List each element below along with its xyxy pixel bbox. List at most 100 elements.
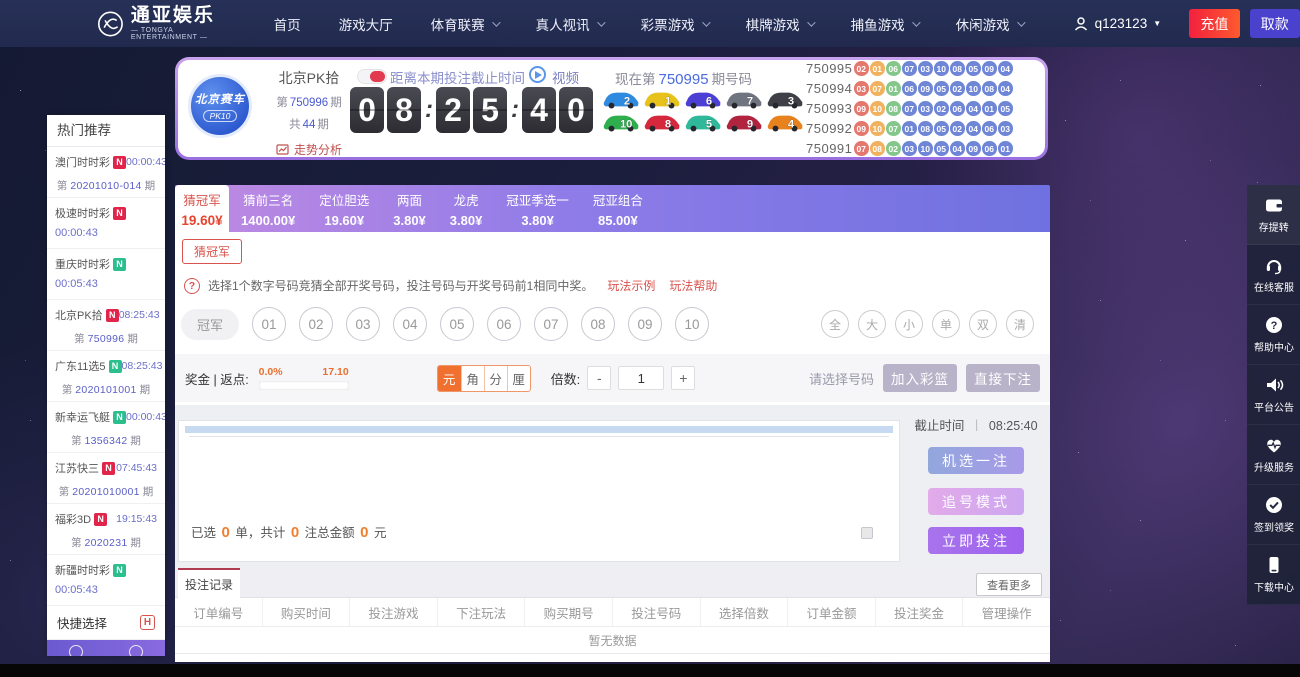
sidebar-item-macau-ssc[interactable]: 澳门时时彩N00:00:43 第 20201010-014 期 bbox=[47, 147, 165, 198]
new-badge: N bbox=[109, 360, 122, 373]
countdown-digit: 0 bbox=[350, 87, 384, 133]
result-ball: 01 bbox=[902, 121, 917, 136]
quick-odd[interactable]: 单 bbox=[932, 310, 960, 338]
rail-item-upgrade-service[interactable]: 升级服务 bbox=[1247, 425, 1300, 485]
number-ball-05[interactable]: 05 bbox=[440, 307, 474, 341]
view-more-button[interactable]: 查看更多 bbox=[976, 573, 1042, 596]
nav-game-hall[interactable]: 游戏大厅 bbox=[339, 14, 393, 34]
chase-mode-button[interactable]: 追号模式 bbox=[928, 488, 1024, 515]
select-all-checkbox[interactable] bbox=[861, 527, 873, 539]
play-help-link[interactable]: 玩法帮助 bbox=[669, 277, 717, 294]
sidebar-item-xinxingyun-feiting[interactable]: 新幸运飞艇N00:00:43 第 1356342 期 bbox=[47, 402, 165, 453]
play-chip-guess-champion[interactable]: 猜冠军 bbox=[182, 239, 242, 264]
nav-home[interactable]: 首页 bbox=[274, 14, 301, 34]
result-ball: 01 bbox=[870, 61, 885, 76]
countdown-time: 08:25:43 bbox=[122, 360, 163, 372]
result-ball: 08 bbox=[950, 61, 965, 76]
quick-even[interactable]: 双 bbox=[969, 310, 997, 338]
withdraw-button[interactable]: 取款 bbox=[1250, 9, 1300, 38]
brand-name: 通亚娱乐 bbox=[131, 7, 240, 25]
hot-badge: H bbox=[140, 615, 155, 630]
sidebar-item-guangdong-11x5[interactable]: 广东11选5N08:25:43 第 2020101001 期 bbox=[47, 351, 165, 402]
random-one-button[interactable]: 机选一注 bbox=[928, 447, 1024, 474]
user-menu[interactable]: q123123 ▼ bbox=[1073, 16, 1161, 32]
deposit-button[interactable]: 充值 bbox=[1189, 9, 1239, 38]
quick-clear[interactable]: 清 bbox=[1006, 310, 1034, 338]
tab-dragon-tiger[interactable]: 龙虎3.80¥ bbox=[438, 185, 495, 232]
result-ball: 03 bbox=[998, 121, 1013, 136]
number-ball-08[interactable]: 08 bbox=[581, 307, 615, 341]
number-ball-04[interactable]: 04 bbox=[393, 307, 427, 341]
rail-item-download-center[interactable]: 下载中心 bbox=[1247, 545, 1300, 605]
tab-two-sides[interactable]: 两面3.80¥ bbox=[381, 185, 438, 232]
svg-text:1: 1 bbox=[665, 95, 671, 107]
add-to-basket-button[interactable]: 加入彩篮 bbox=[883, 364, 957, 392]
nav-casual-games[interactable]: 休闲游戏 bbox=[956, 14, 1023, 34]
result-ball: 02 bbox=[854, 61, 869, 76]
play-example-link[interactable]: 玩法示例 bbox=[607, 277, 655, 294]
video-link[interactable]: 视频 bbox=[552, 67, 579, 87]
number-ball-09[interactable]: 09 bbox=[628, 307, 662, 341]
rail-item-transfer[interactable]: 存提转 bbox=[1247, 185, 1300, 245]
unit-li[interactable]: 厘 bbox=[507, 366, 530, 391]
sidebar-item-jiangsu-k3[interactable]: 江苏快三N07:45:43 第 20201010001 期 bbox=[47, 453, 165, 504]
username: q123123 bbox=[1095, 16, 1148, 31]
quick-all[interactable]: 全 bbox=[821, 310, 849, 338]
tab-bet-records[interactable]: 投注记录 bbox=[178, 568, 240, 598]
rail-item-help-center[interactable]: ? 帮助中心 bbox=[1247, 305, 1300, 365]
rail-item-announcement[interactable]: 平台公告 bbox=[1247, 365, 1300, 425]
quick-big[interactable]: 大 bbox=[858, 310, 886, 338]
trend-analysis-link[interactable]: 走势分析 bbox=[256, 141, 362, 158]
sidebar-item-jisu-ssc[interactable]: 极速时时彩N 00:00:43 bbox=[47, 198, 165, 249]
tab-guess-top3[interactable]: 猜前三名1400.00¥ bbox=[229, 185, 307, 232]
tab-guess-champion[interactable]: 猜冠军19.60¥ bbox=[175, 185, 229, 232]
result-ball: 05 bbox=[934, 81, 949, 96]
race-car-icon: 6 bbox=[684, 90, 722, 109]
quick-select[interactable]: 快捷选择H bbox=[47, 606, 165, 640]
video-play-icon[interactable] bbox=[529, 66, 546, 83]
sidebar-item-fucai-3d[interactable]: 福彩3DN19:15:43 第 2020231 期 bbox=[47, 504, 165, 555]
number-ball-07[interactable]: 07 bbox=[534, 307, 568, 341]
unit-jiao[interactable]: 角 bbox=[461, 366, 484, 391]
brand-logo[interactable]: 通亚娱乐 — TONGYA ENTERTAINMENT — bbox=[97, 7, 240, 41]
multiplier-value[interactable]: 1 bbox=[618, 366, 664, 390]
nav-board-games[interactable]: 棋牌游戏 bbox=[746, 14, 813, 34]
number-ball-01[interactable]: 01 bbox=[252, 307, 286, 341]
issue-number: 第 750996 期 bbox=[55, 331, 157, 346]
nav-live-casino[interactable]: 真人视讯 bbox=[536, 14, 603, 34]
bet-now-button[interactable]: 立即投注 bbox=[928, 527, 1024, 554]
unit-fen[interactable]: 分 bbox=[484, 366, 507, 391]
tab-guan-ya-ji-pick1[interactable]: 冠亚季选一3.80¥ bbox=[494, 185, 581, 232]
multiplier-plus-button[interactable]: + bbox=[671, 366, 695, 390]
sound-toggle[interactable] bbox=[357, 69, 387, 84]
sidebar-item-chongqing-ssc[interactable]: 重庆时时彩N 00:05:43 bbox=[47, 249, 165, 300]
bottom-bar bbox=[0, 664, 1300, 677]
tab-position[interactable]: 定位胆选19.60¥ bbox=[307, 185, 381, 232]
multiplier-minus-button[interactable]: - bbox=[587, 366, 611, 390]
nav-lottery[interactable]: 彩票游戏 bbox=[641, 14, 708, 34]
result-ball: 08 bbox=[918, 121, 933, 136]
quick-small[interactable]: 小 bbox=[895, 310, 923, 338]
total-issues: 共44期 bbox=[256, 116, 362, 132]
nav-sports[interactable]: 体育联赛 bbox=[431, 14, 498, 34]
footer-icon[interactable] bbox=[69, 645, 83, 656]
rail-item-signin-reward[interactable]: 签到领奖 bbox=[1247, 485, 1300, 545]
slip-scrollbar[interactable] bbox=[185, 426, 893, 433]
number-ball-03[interactable]: 03 bbox=[346, 307, 380, 341]
nav-fishing[interactable]: 捕鱼游戏 bbox=[851, 14, 918, 34]
number-ball-02[interactable]: 02 bbox=[299, 307, 333, 341]
sidebar-item-beijing-pk10[interactable]: 北京PK拾N08:25:43 第 750996 期 bbox=[47, 300, 165, 351]
unit-yuan[interactable]: 元 bbox=[438, 366, 461, 391]
sidebar-item-xinjiang-ssc[interactable]: 新疆时时彩N 00:05:43 bbox=[47, 555, 165, 606]
direct-bet-button[interactable]: 直接下注 bbox=[966, 364, 1040, 392]
footer-icon[interactable] bbox=[129, 645, 143, 656]
rail-item-customer-service[interactable]: 在线客服 bbox=[1247, 245, 1300, 305]
number-ball-06[interactable]: 06 bbox=[487, 307, 521, 341]
multiplier-label: 倍数: bbox=[551, 369, 581, 388]
tab-guan-ya-combo[interactable]: 冠亚组合85.00¥ bbox=[581, 185, 655, 232]
current-betting-issue: 第750996期 bbox=[256, 94, 362, 110]
number-ball-10[interactable]: 10 bbox=[675, 307, 709, 341]
rebate-slider[interactable] bbox=[259, 381, 349, 390]
records-tab-strip: 投注记录 查看更多 bbox=[175, 568, 1050, 598]
race-car-icon: 8 bbox=[643, 113, 681, 132]
